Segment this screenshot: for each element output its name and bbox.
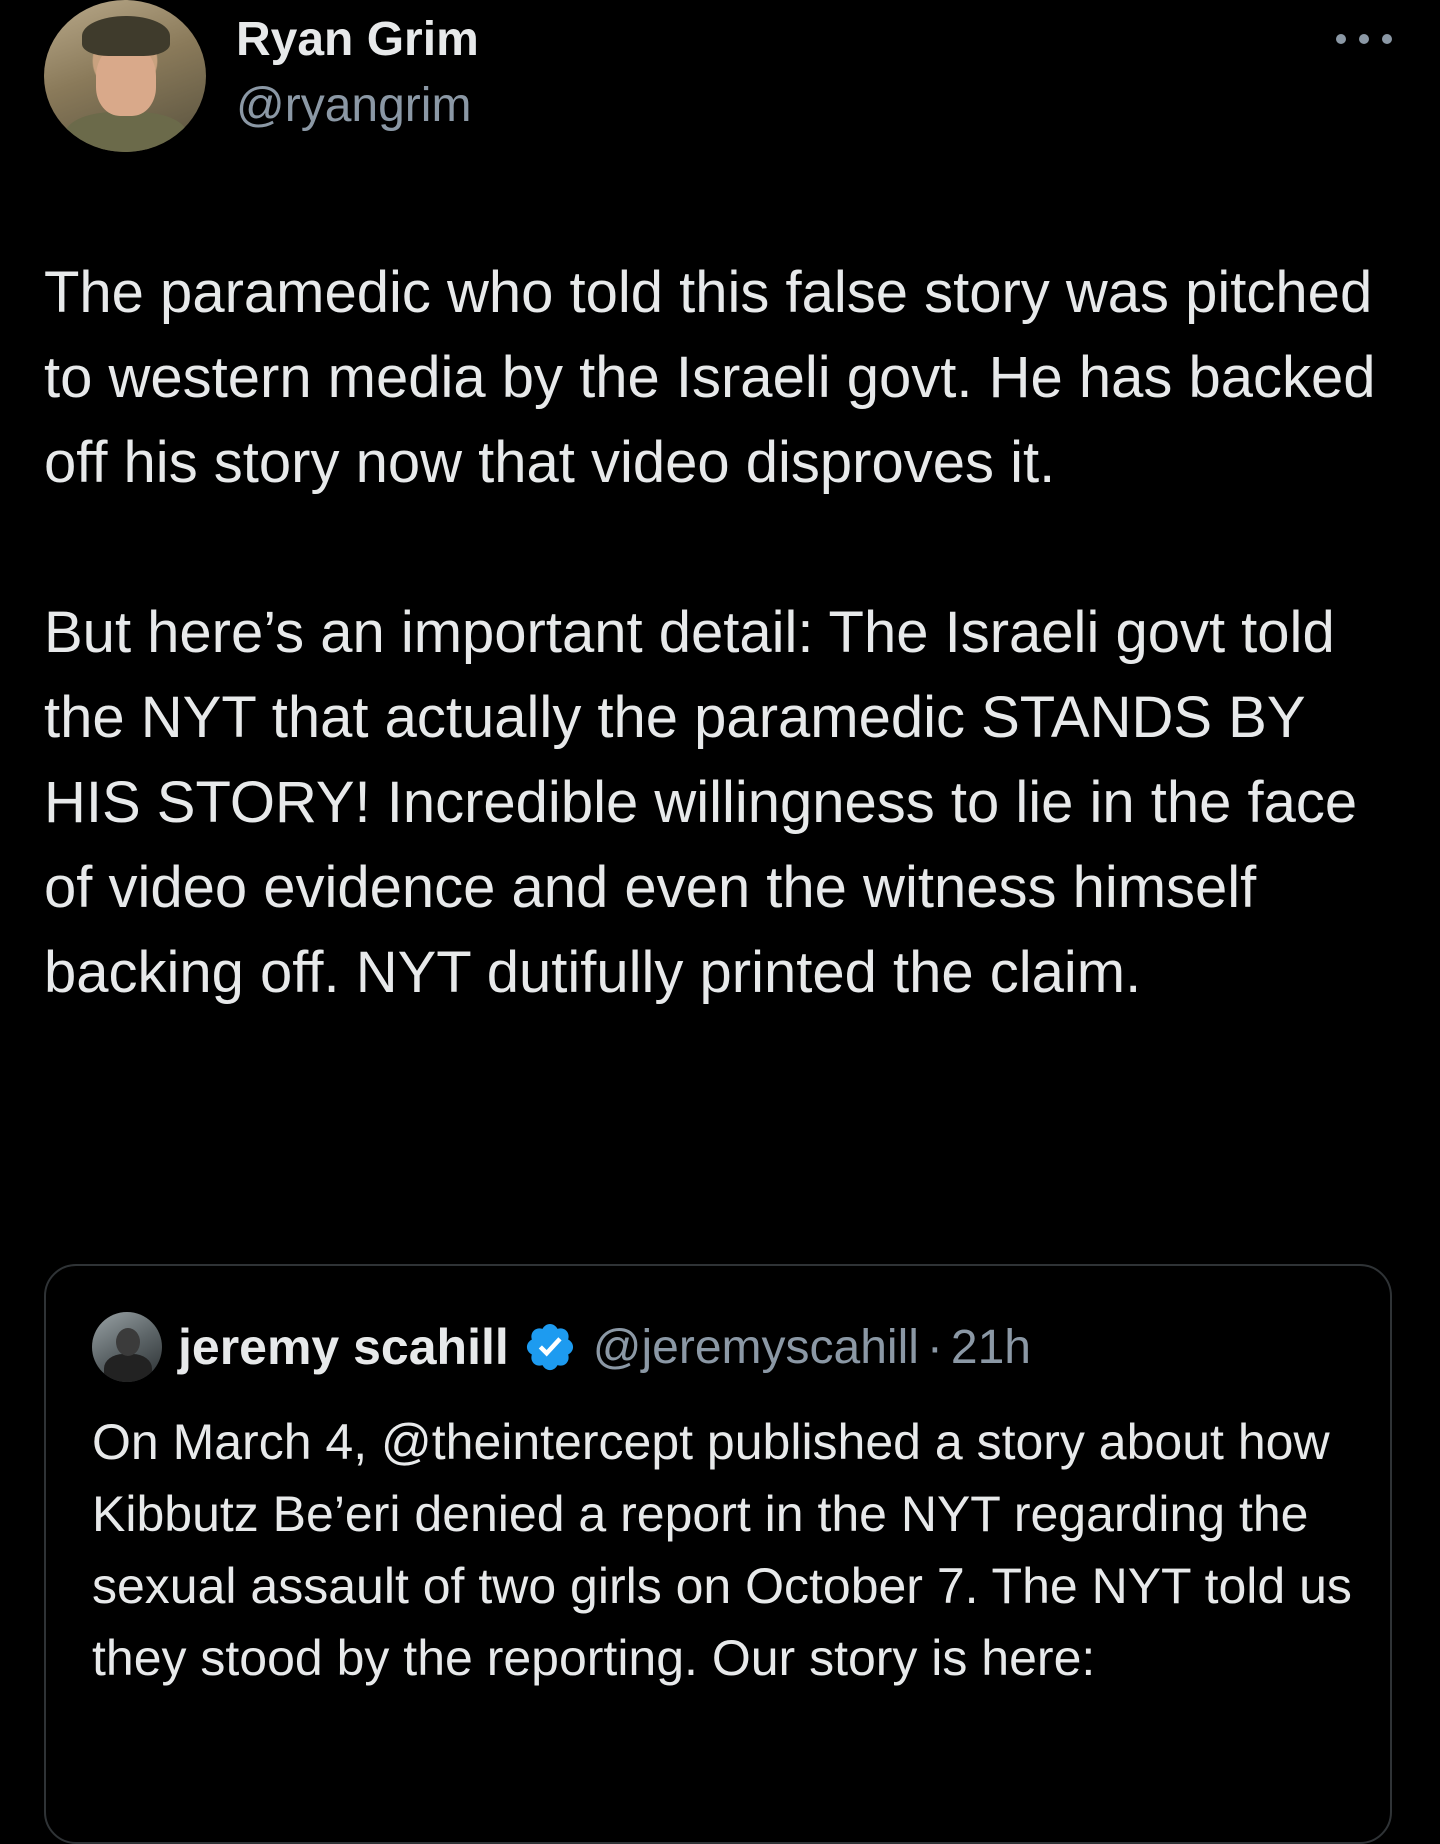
quoted-tweet-text: On March 4, @theintercept published a st…	[92, 1414, 1352, 1686]
more-dot	[1336, 34, 1346, 44]
verified-badge-icon	[526, 1323, 573, 1371]
more-dot	[1382, 34, 1392, 44]
quoted-avatar-head	[116, 1328, 140, 1356]
avatar-shirt	[64, 112, 188, 152]
quoted-author-handle[interactable]: @jeremyscahill	[593, 1320, 919, 1375]
tweet-paragraph: The paramedic who told this false story …	[44, 260, 1376, 495]
quoted-author-name[interactable]: jeremy scahill	[178, 1318, 509, 1376]
more-options-icon[interactable]	[1336, 26, 1392, 52]
quoted-tweet-header: jeremy scahill @jeremyscahill · 21h	[92, 1312, 1031, 1382]
tweet-text: The paramedic who told this false story …	[44, 250, 1384, 1015]
more-dot	[1359, 34, 1369, 44]
avatar-hair	[82, 16, 170, 56]
author-name[interactable]: Ryan Grim	[236, 10, 479, 70]
quoted-timestamp[interactable]: 21h	[951, 1320, 1031, 1375]
quoted-separator: ·	[926, 1320, 943, 1374]
quoted-avatar-body	[104, 1354, 152, 1382]
author-handle[interactable]: @ryangrim	[236, 76, 471, 136]
quoted-author-avatar[interactable]	[92, 1312, 162, 1382]
tweet-paragraph: But here’s an important detail: The Isra…	[44, 600, 1358, 1005]
author-avatar[interactable]	[44, 0, 206, 152]
quoted-tweet-card[interactable]: jeremy scahill @jeremyscahill · 21h On M…	[44, 1264, 1392, 1844]
